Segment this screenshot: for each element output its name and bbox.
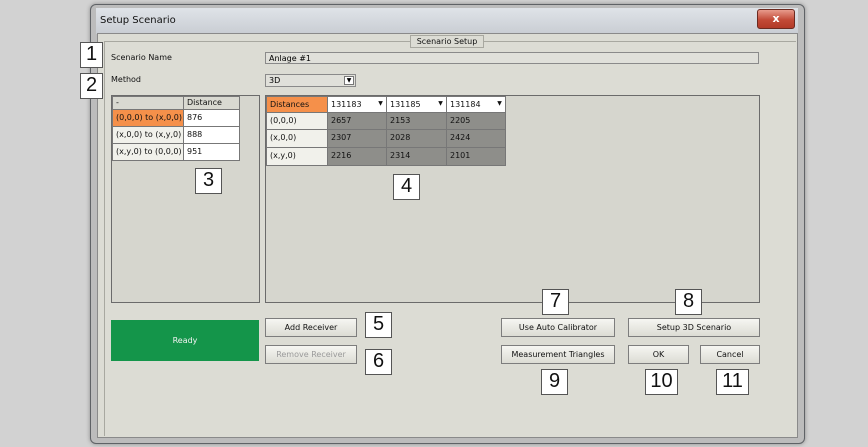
distances-row-label: (x,0,0) bbox=[266, 129, 328, 148]
scenario-name-input[interactable]: Anlage #1 bbox=[265, 52, 759, 64]
distance-value-cell[interactable]: 888 bbox=[183, 126, 240, 144]
distances-value-cell[interactable]: 2307 bbox=[327, 129, 387, 148]
callout-number: 4 bbox=[393, 174, 420, 200]
distances-value-cell[interactable]: 2205 bbox=[446, 112, 506, 130]
callout-number: 5 bbox=[365, 312, 392, 338]
receiver-select-value: 131184 bbox=[450, 100, 481, 109]
distance-row-label: (x,y,0) to (0,0,0) bbox=[112, 143, 184, 161]
callout-number: 3 bbox=[195, 168, 222, 194]
close-button[interactable]: x bbox=[757, 9, 795, 29]
callout-number: 9 bbox=[541, 369, 568, 395]
receiver-select[interactable]: 131185 ▼ bbox=[386, 96, 447, 113]
cancel-button[interactable]: Cancel bbox=[700, 345, 760, 364]
distances-value-cell[interactable]: 2424 bbox=[446, 129, 506, 148]
distance-value-cell[interactable]: 951 bbox=[183, 143, 240, 161]
receiver-select[interactable]: 131183 ▼ bbox=[327, 96, 387, 113]
distances-value-cell[interactable]: 2657 bbox=[327, 112, 387, 130]
distances-corner-header: Distances bbox=[266, 96, 328, 113]
distances-value-cell[interactable]: 2314 bbox=[386, 147, 447, 166]
distances-value-cell[interactable]: 2028 bbox=[386, 129, 447, 148]
distances-row-label: (x,y,0) bbox=[266, 147, 328, 166]
distance-table-header-dash: - bbox=[112, 96, 184, 110]
callout-number: 11 bbox=[716, 369, 749, 395]
setup-3d-scenario-button[interactable]: Setup 3D Scenario bbox=[628, 318, 760, 337]
scenario-name-label: Scenario Name bbox=[111, 53, 172, 62]
receiver-select[interactable]: 131184 ▼ bbox=[446, 96, 506, 113]
callout-number: 2 bbox=[80, 73, 103, 99]
distance-panel: - Distance (0,0,0) to (x,0,0) 876 (x,0,0… bbox=[111, 95, 260, 303]
distance-row-label: (x,0,0) to (x,y,0) bbox=[112, 126, 184, 144]
distance-table-header-distance: Distance bbox=[183, 96, 240, 110]
measurement-triangles-button[interactable]: Measurement Triangles bbox=[501, 345, 615, 364]
callout-number: 8 bbox=[675, 289, 702, 315]
chevron-down-icon[interactable]: ▼ bbox=[344, 76, 354, 85]
distance-row-label: (0,0,0) to (x,0,0) bbox=[112, 109, 184, 127]
distance-value-cell[interactable]: 876 bbox=[183, 109, 240, 127]
chevron-down-icon[interactable]: ▼ bbox=[495, 99, 504, 108]
method-select-value: 3D bbox=[269, 76, 281, 85]
use-auto-calibrator-button[interactable]: Use Auto Calibrator bbox=[501, 318, 615, 337]
method-select[interactable]: 3D ▼ bbox=[265, 74, 356, 87]
ok-button[interactable]: OK bbox=[628, 345, 689, 364]
chevron-down-icon[interactable]: ▼ bbox=[376, 99, 385, 108]
receiver-select-value: 131183 bbox=[331, 100, 362, 109]
receiver-select-value: 131185 bbox=[390, 100, 421, 109]
callout-number: 1 bbox=[80, 42, 103, 68]
chevron-down-icon[interactable]: ▼ bbox=[436, 99, 445, 108]
add-receiver-button[interactable]: Add Receiver bbox=[265, 318, 357, 337]
distances-value-cell[interactable]: 2153 bbox=[386, 112, 447, 130]
group-title: Scenario Setup bbox=[410, 35, 484, 48]
status-indicator: Ready bbox=[111, 320, 259, 361]
remove-receiver-button[interactable]: Remove Receiver bbox=[265, 345, 357, 364]
callout-number: 7 bbox=[542, 289, 569, 315]
method-label: Method bbox=[111, 75, 142, 84]
callout-number: 6 bbox=[365, 349, 392, 375]
distances-panel: Distances 131183 ▼ 131185 ▼ 131184 ▼ (0,… bbox=[265, 95, 760, 303]
title-bar[interactable] bbox=[96, 8, 798, 34]
distances-value-cell[interactable]: 2101 bbox=[446, 147, 506, 166]
distances-row-label: (0,0,0) bbox=[266, 112, 328, 130]
distances-value-cell[interactable]: 2216 bbox=[327, 147, 387, 166]
window-title: Setup Scenario bbox=[100, 15, 176, 26]
callout-number: 10 bbox=[645, 369, 678, 395]
